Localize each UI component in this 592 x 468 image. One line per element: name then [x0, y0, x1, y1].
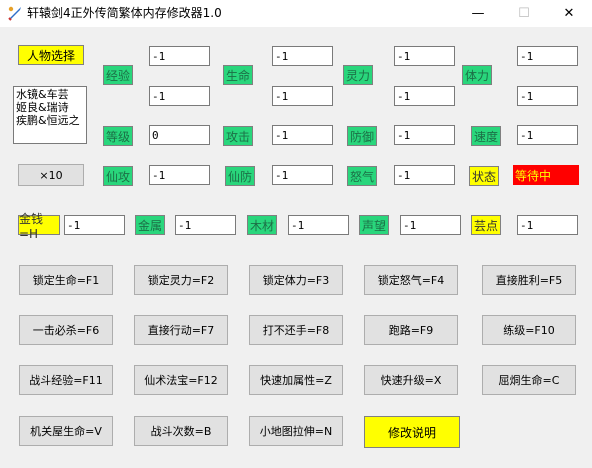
times-ten-button[interactable]: ×10 [18, 164, 84, 186]
level-input[interactable] [149, 125, 210, 145]
rage-input[interactable] [394, 165, 455, 185]
direct-action-button[interactable]: 直接行动=F7 [134, 315, 228, 345]
minimap-stretch-button[interactable]: 小地图拉伸=N [249, 416, 343, 446]
window-title: 轩辕剑4正外传简繁体内存修改器1.0 [27, 6, 222, 20]
maximize-button[interactable]: ☐ [501, 0, 547, 27]
gold-label: 金属 [135, 215, 165, 235]
attack-label: 攻击 [223, 126, 253, 146]
wood-label: 木材 [247, 215, 277, 235]
fast-attr-button[interactable]: 快速加属性=Z [249, 365, 343, 395]
title-bar: 轩辕剑4正外传简繁体内存修改器1.0 — ☐ ✕ [0, 0, 592, 27]
status-indicator: 等待中 [513, 165, 579, 185]
exp-label: 经验 [103, 65, 133, 85]
edit-help-button[interactable]: 修改说明 [364, 416, 460, 448]
fame-input[interactable] [400, 215, 461, 235]
gold-input[interactable] [175, 215, 236, 235]
lock-rage-button[interactable]: 锁定怒气=F4 [364, 265, 458, 295]
exp-max-input[interactable] [149, 86, 210, 106]
lock-hp-button[interactable]: 锁定生命=F1 [19, 265, 113, 295]
train-level-button[interactable]: 练级=F10 [482, 315, 576, 345]
close-button[interactable]: ✕ [546, 0, 592, 27]
speed-input[interactable] [517, 125, 578, 145]
character-list-item[interactable]: 姬良&瑞诗 [16, 101, 84, 114]
rage-label: 怒气 [347, 166, 377, 186]
magic-defense-input[interactable] [272, 165, 333, 185]
hp-max-input[interactable] [272, 86, 333, 106]
mp-label: 灵力 [343, 65, 373, 85]
bend-life-button[interactable]: 屈烔生命=C [482, 365, 576, 395]
run-away-button[interactable]: 跑路=F9 [364, 315, 458, 345]
stamina-current-input[interactable] [517, 46, 578, 66]
hp-label: 生命 [223, 65, 253, 85]
stamina-label: 体力 [462, 65, 492, 85]
money-label: 金钱=H [18, 212, 60, 241]
magic-defense-label: 仙防 [225, 166, 255, 186]
attack-input[interactable] [272, 125, 333, 145]
defense-label: 防御 [347, 126, 377, 146]
battle-exp-button[interactable]: 战斗经验=F11 [19, 365, 113, 395]
money-input[interactable] [64, 215, 125, 235]
immortal-treasure-button[interactable]: 仙术法宝=F12 [134, 365, 228, 395]
battle-count-button[interactable]: 战斗次数=B [134, 416, 228, 446]
state-label: 状态 [469, 166, 499, 186]
lock-stamina-button[interactable]: 锁定体力=F3 [249, 265, 343, 295]
one-hit-kill-button[interactable]: 一击必杀=F6 [19, 315, 113, 345]
no-counter-button[interactable]: 打不还手=F8 [249, 315, 343, 345]
character-list-item[interactable]: 疾鹏&恒远之 [16, 114, 84, 127]
character-list[interactable]: 水镜&车芸 姬良&瑞诗 疾鹏&恒远之 [13, 86, 87, 144]
level-label: 等级 [103, 126, 133, 146]
exp-current-input[interactable] [149, 46, 210, 66]
character-list-item[interactable]: 水镜&车芸 [16, 88, 84, 101]
hp-current-input[interactable] [272, 46, 333, 66]
mp-current-input[interactable] [394, 46, 455, 66]
defense-input[interactable] [394, 125, 455, 145]
magic-attack-input[interactable] [149, 165, 210, 185]
fast-levelup-button[interactable]: 快速升级=X [364, 365, 458, 395]
instant-win-button[interactable]: 直接胜利=F5 [482, 265, 576, 295]
lock-mp-button[interactable]: 锁定灵力=F2 [134, 265, 228, 295]
cloud-points-input[interactable] [517, 215, 578, 235]
sword-icon [8, 6, 21, 21]
wood-input[interactable] [288, 215, 349, 235]
mp-max-input[interactable] [394, 86, 455, 106]
cloud-points-label: 芸点 [471, 215, 501, 235]
fame-label: 声望 [359, 215, 389, 235]
mech-house-life-button[interactable]: 机关屋生命=V [19, 416, 113, 446]
stamina-max-input[interactable] [517, 86, 578, 106]
speed-label: 速度 [471, 126, 501, 146]
select-character-button[interactable]: 人物选择 [18, 45, 84, 65]
magic-attack-label: 仙攻 [103, 166, 133, 186]
minimize-button[interactable]: — [455, 0, 501, 27]
